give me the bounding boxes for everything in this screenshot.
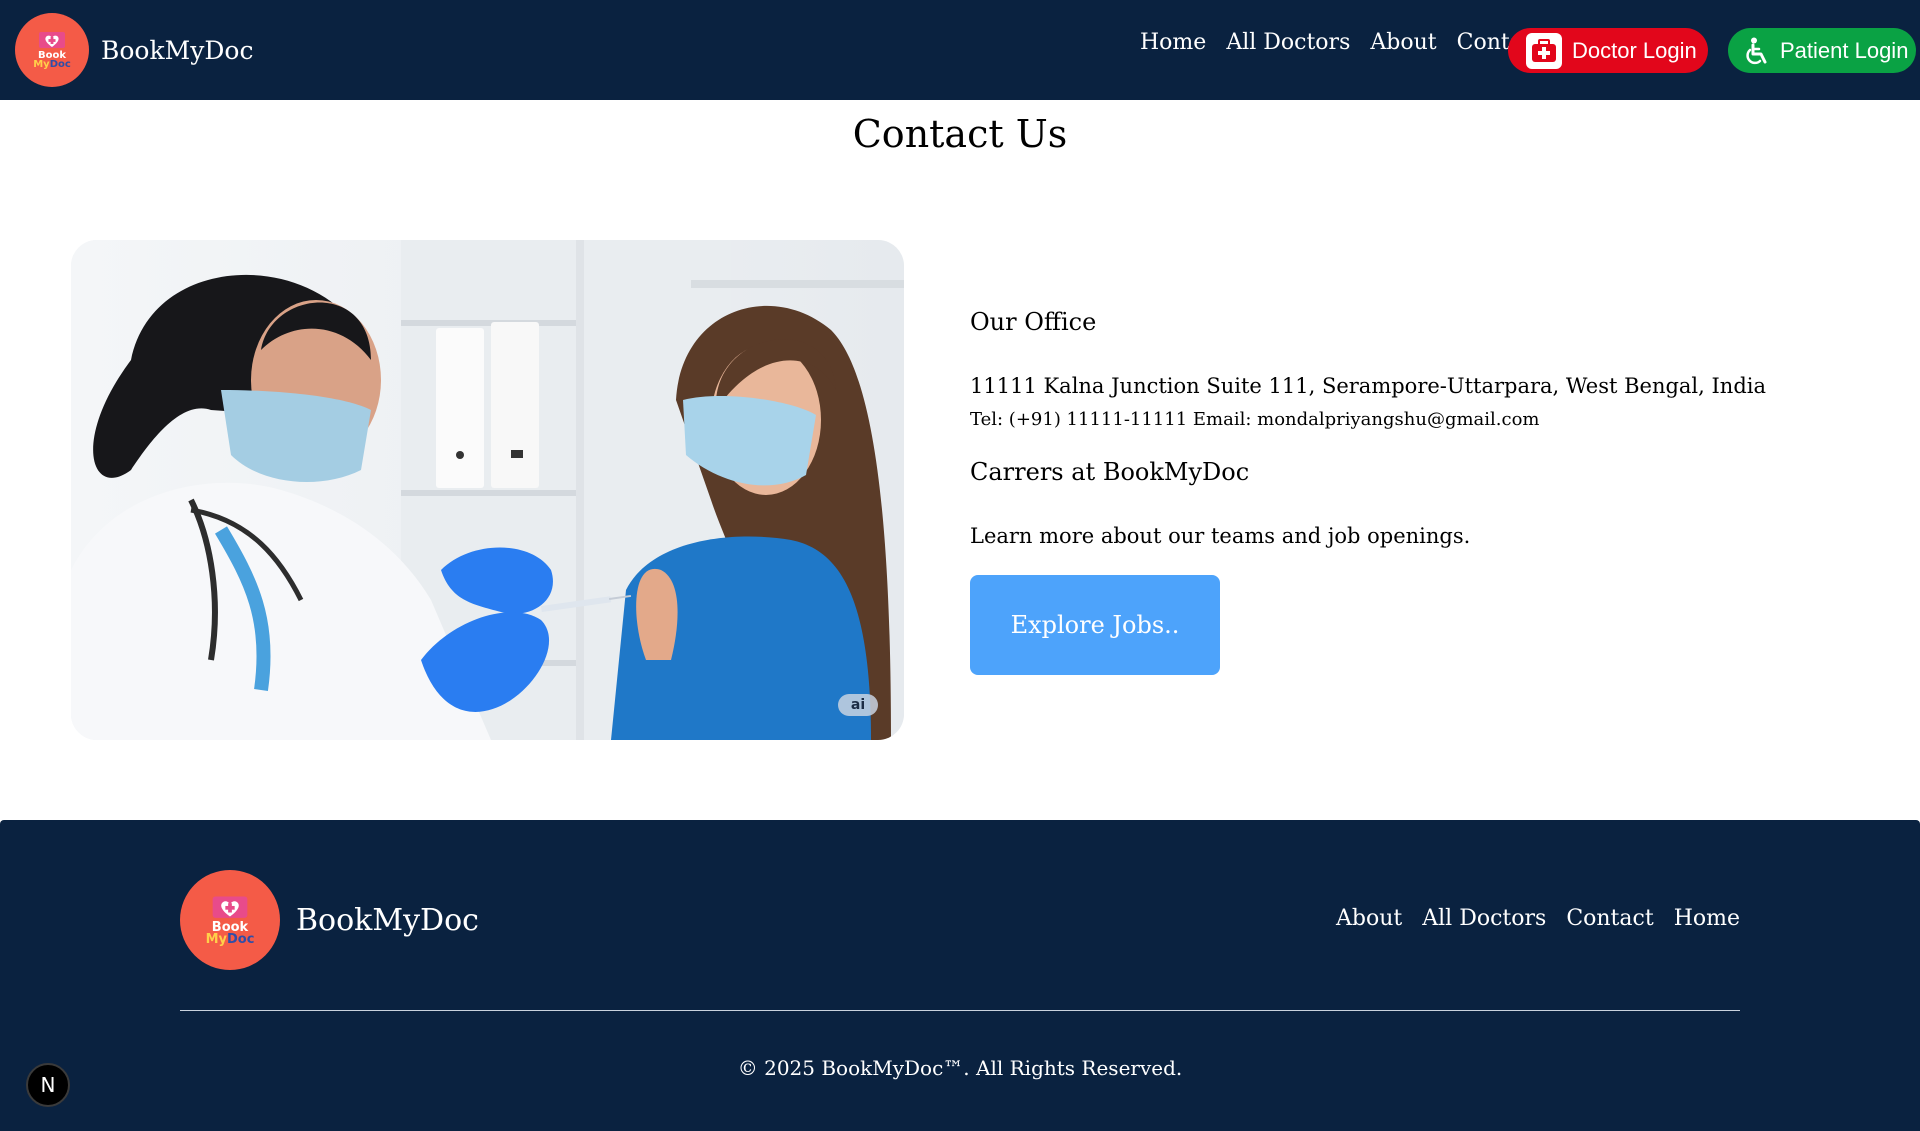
ai-badge: ai bbox=[838, 694, 878, 716]
footer-link-home[interactable]: Home bbox=[1674, 906, 1740, 931]
heart-cross-icon bbox=[212, 896, 248, 918]
main-nav: Home All Doctors About Contact bbox=[1140, 30, 1564, 55]
heart-cross-icon bbox=[39, 32, 65, 48]
doctor-login-label: Doctor Login bbox=[1572, 37, 1697, 63]
footer-link-contact[interactable]: Contact bbox=[1566, 906, 1653, 931]
nav-link-about[interactable]: About bbox=[1370, 30, 1436, 55]
footer-brand-name: BookMyDoc bbox=[296, 902, 479, 938]
navbar: Book MyDoc BookMyDoc Home All Doctors Ab… bbox=[0, 0, 1920, 100]
dev-tools-badge[interactable]: N bbox=[26, 1063, 70, 1107]
vaccination-illustration bbox=[71, 240, 904, 740]
patient-login-label: Patient Login bbox=[1780, 37, 1909, 63]
logo: Book MyDoc bbox=[15, 13, 89, 87]
copyright: © 2025 BookMyDoc™. All Rights Reserved. bbox=[737, 1056, 1183, 1080]
nav-link-all-doctors[interactable]: All Doctors bbox=[1226, 30, 1350, 55]
doctor-login-button[interactable]: Doctor Login bbox=[1508, 28, 1708, 73]
wheelchair-icon bbox=[1746, 37, 1770, 65]
footer: Book MyDoc BookMyDoc About All Doctors C… bbox=[0, 820, 1920, 1131]
page-title: Contact Us bbox=[852, 112, 1068, 156]
careers-text: Learn more about our teams and job openi… bbox=[970, 524, 1471, 548]
careers-title: Carrers at BookMyDoc bbox=[970, 458, 1250, 486]
explore-jobs-button[interactable]: Explore Jobs.. bbox=[970, 575, 1220, 675]
nav-link-home[interactable]: Home bbox=[1140, 30, 1206, 55]
footer-brand[interactable]: Book MyDoc BookMyDoc bbox=[180, 870, 479, 970]
footer-link-about[interactable]: About bbox=[1336, 906, 1402, 931]
office-title: Our Office bbox=[970, 308, 1097, 336]
footer-link-all-doctors[interactable]: All Doctors bbox=[1422, 906, 1546, 931]
office-address: 11111 Kalna Junction Suite 111, Serampor… bbox=[970, 374, 1767, 398]
footer-divider bbox=[180, 1010, 1740, 1011]
vaccination-photo: ai bbox=[71, 240, 904, 740]
logo-text: Book MyDoc bbox=[33, 50, 71, 70]
brand-name: BookMyDoc bbox=[101, 35, 254, 65]
patient-login-button[interactable]: Patient Login bbox=[1728, 28, 1916, 73]
first-aid-kit-icon bbox=[1526, 32, 1562, 69]
footer-nav: About All Doctors Contact Home bbox=[1316, 906, 1740, 931]
footer-logo: Book MyDoc bbox=[180, 870, 280, 970]
brand[interactable]: Book MyDoc BookMyDoc bbox=[15, 13, 253, 87]
footer-logo-text: Book MyDoc bbox=[205, 919, 255, 947]
contact-details: Tel: (+91) 11111-11111 Email: mondalpriy… bbox=[970, 409, 1540, 430]
